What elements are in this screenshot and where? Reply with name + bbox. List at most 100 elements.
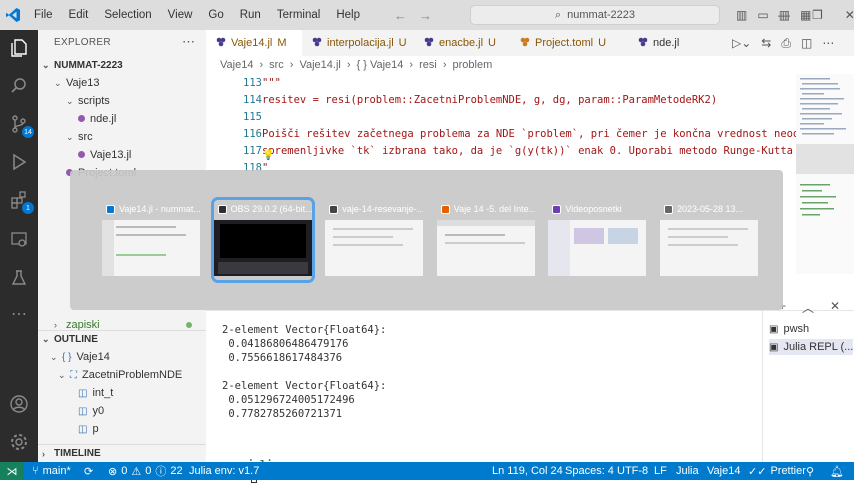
editor-tab[interactable]: nde.jl xyxy=(628,30,694,56)
open-changes-icon[interactable]: ⎙ xyxy=(781,36,791,51)
window-thumbnail[interactable]: Videoposnetki xyxy=(548,200,647,280)
terminal-list-item[interactable]: ▣ Julia REPL (... xyxy=(769,339,854,355)
window-thumbnail[interactable]: Vaje14.jl - nummat... xyxy=(102,200,200,280)
firefox-app-icon xyxy=(440,204,450,214)
menu-item-help[interactable]: Help xyxy=(328,9,368,21)
tab-label: Vaje14.jl xyxy=(231,37,273,49)
outline-title: OUTLINE xyxy=(54,334,98,345)
breadcrumb-item[interactable]: { } Vaje14 xyxy=(357,59,404,71)
extensions-icon[interactable]: 1 xyxy=(7,188,34,214)
outline-item[interactable]: ◫ y0 xyxy=(38,402,206,420)
branch-icon: ⑂ xyxy=(32,465,39,477)
tree-item[interactable]: Vaje13.jl xyxy=(38,146,206,164)
menu-item-file[interactable]: File xyxy=(26,9,61,21)
tree-item-label: Vaje13.jl xyxy=(90,149,132,161)
window-thumbnail[interactable]: Vaje 14 -5. del Inte... xyxy=(436,200,535,280)
menu-item-selection[interactable]: Selection xyxy=(96,9,159,21)
branch-status[interactable]: ⑂ main* xyxy=(32,462,71,480)
tree-item[interactable]: ⌄ src xyxy=(38,128,206,146)
outline-item[interactable]: ⌄ ⛶ ZacetniProblemNDE xyxy=(38,366,206,384)
outline-item[interactable]: ◫ int_t xyxy=(38,384,206,402)
editor-tab[interactable]: Project.toml U xyxy=(510,30,628,56)
outline-section[interactable]: ⌄ OUTLINE xyxy=(38,330,206,348)
compare-icon[interactable]: ⇆ xyxy=(761,36,771,50)
close-icon[interactable]: ✕ xyxy=(845,8,854,22)
minimap[interactable] xyxy=(796,74,854,274)
sync-icon[interactable]: ⟳ xyxy=(84,462,93,480)
remote-explorer-icon[interactable] xyxy=(7,228,31,252)
menu-item-go[interactable]: Go xyxy=(200,9,231,21)
eol-status[interactable]: LF xyxy=(654,462,667,480)
search-view-icon[interactable] xyxy=(7,74,31,98)
editor-tab[interactable]: enacbe.jl U xyxy=(414,30,510,56)
command-center-search[interactable]: ⌕ nummat-2223 xyxy=(470,5,720,25)
window-thumbnail[interactable]: 2023-05-28 13... xyxy=(660,200,758,280)
minimize-icon[interactable]: — xyxy=(778,8,790,22)
breadcrumb-item[interactable]: Vaje14 xyxy=(220,59,253,71)
editor-tab[interactable]: interpolacija.jl U xyxy=(302,30,414,56)
julia-env-status[interactable]: Julia env: v1.7 xyxy=(189,462,259,480)
close-panel-icon[interactable]: ✕ xyxy=(830,299,840,316)
indentation-status[interactable]: Spaces: 4 xyxy=(565,462,614,480)
cursor-position-status[interactable]: Ln 119, Col 24 xyxy=(492,462,563,480)
testing-icon[interactable] xyxy=(7,266,31,290)
tree-item[interactable]: ⌄ scripts xyxy=(38,92,206,110)
menu-item-run[interactable]: Run xyxy=(232,9,269,21)
breadcrumb-item[interactable]: Vaje14.jl xyxy=(299,59,340,71)
window-preview xyxy=(102,220,200,276)
toggle-panel-icon[interactable]: ▭ xyxy=(757,8,768,22)
double-check-icon: ✓✓ xyxy=(748,465,767,478)
julia-file-icon xyxy=(424,37,434,50)
run-file-icon[interactable]: ▷⌄ xyxy=(732,36,751,50)
outline-item[interactable]: ◫ p xyxy=(38,420,206,438)
editor-tab[interactable]: Vaje14.jl M xyxy=(206,30,302,56)
problems-status[interactable]: ⊗ 0 ⚠ 0 ⓘ 22 xyxy=(108,462,183,480)
window-thumbnail[interactable]: vaje-14-resevanje-... xyxy=(325,200,424,280)
timeline-section[interactable]: › TIMELINE xyxy=(38,444,206,462)
julia-file-icon xyxy=(638,37,648,50)
outline-item-label: p xyxy=(92,423,99,435)
toggle-sidebar-icon[interactable]: ▥ xyxy=(736,8,747,22)
doc-app-icon xyxy=(329,204,339,214)
menu-item-view[interactable]: View xyxy=(160,9,201,21)
breadcrumb-item[interactable]: problem xyxy=(453,59,493,71)
feedback-icon[interactable]: ⚲ xyxy=(806,462,814,480)
encoding-status[interactable]: UTF-8 xyxy=(617,462,648,480)
terminal-list-item[interactable]: ▣ pwsh xyxy=(769,321,809,337)
window-thumbnail[interactable]: OBS 29.0.2 (64-bit... xyxy=(210,197,315,283)
remote-indicator-icon[interactable]: ⋊ xyxy=(0,462,24,480)
back-arrow-icon[interactable]: ← xyxy=(388,8,413,23)
breadcrumb-item[interactable]: src xyxy=(269,59,284,71)
run-debug-icon[interactable] xyxy=(7,150,31,174)
outline-item[interactable]: ⌄ { } Vaje14 xyxy=(38,348,206,366)
source-control-icon[interactable]: 14 xyxy=(7,112,34,138)
error-icon: ⊗ xyxy=(108,465,118,478)
lightbulb-icon[interactable]: 💡 xyxy=(262,150,274,161)
menu-item-edit[interactable]: Edit xyxy=(61,9,97,21)
more-actions-icon[interactable]: ⋯ xyxy=(7,302,31,326)
accounts-icon[interactable] xyxy=(7,392,31,416)
maximize-panel-icon[interactable]: ︿ xyxy=(802,299,814,316)
project-folder[interactable]: ⌄ NUMMAT-2223 xyxy=(38,56,206,74)
vscode-app-icon xyxy=(106,204,115,214)
julia-project-status[interactable]: Vaje14 xyxy=(707,462,740,480)
manage-gear-icon[interactable] xyxy=(7,430,31,454)
code-text: Poišči rešitev začetnega problema za NDE… xyxy=(262,127,812,140)
language-mode-status[interactable]: Julia xyxy=(676,462,699,480)
menu-item-terminal[interactable]: Terminal xyxy=(269,9,328,21)
split-editor-icon[interactable]: ◫ xyxy=(801,36,812,50)
forward-arrow-icon[interactable]: → xyxy=(413,8,438,23)
restore-icon[interactable]: ❐ xyxy=(812,8,823,22)
code-editor[interactable]: 113 """ 114 resitev = resi(problem::Zacetn… xyxy=(206,74,812,174)
line-number: 116 xyxy=(243,127,262,140)
code-line: 113 """ xyxy=(206,74,281,91)
explorer-more-icon[interactable]: ⋯ xyxy=(182,34,195,50)
notifications-bell-icon[interactable]: 🔔︎ xyxy=(830,462,844,480)
chevron-down-icon: ⌄ xyxy=(50,351,58,362)
tree-item[interactable]: ⌄ Vaje13 xyxy=(38,74,206,92)
editor-more-icon[interactable]: ⋯ xyxy=(822,36,834,50)
explorer-icon[interactable] xyxy=(7,36,31,60)
prettier-status[interactable]: ✓✓ Prettier xyxy=(748,462,806,480)
tree-item[interactable]: nde.jl xyxy=(38,110,206,128)
breadcrumb-item[interactable]: resi xyxy=(419,59,437,71)
